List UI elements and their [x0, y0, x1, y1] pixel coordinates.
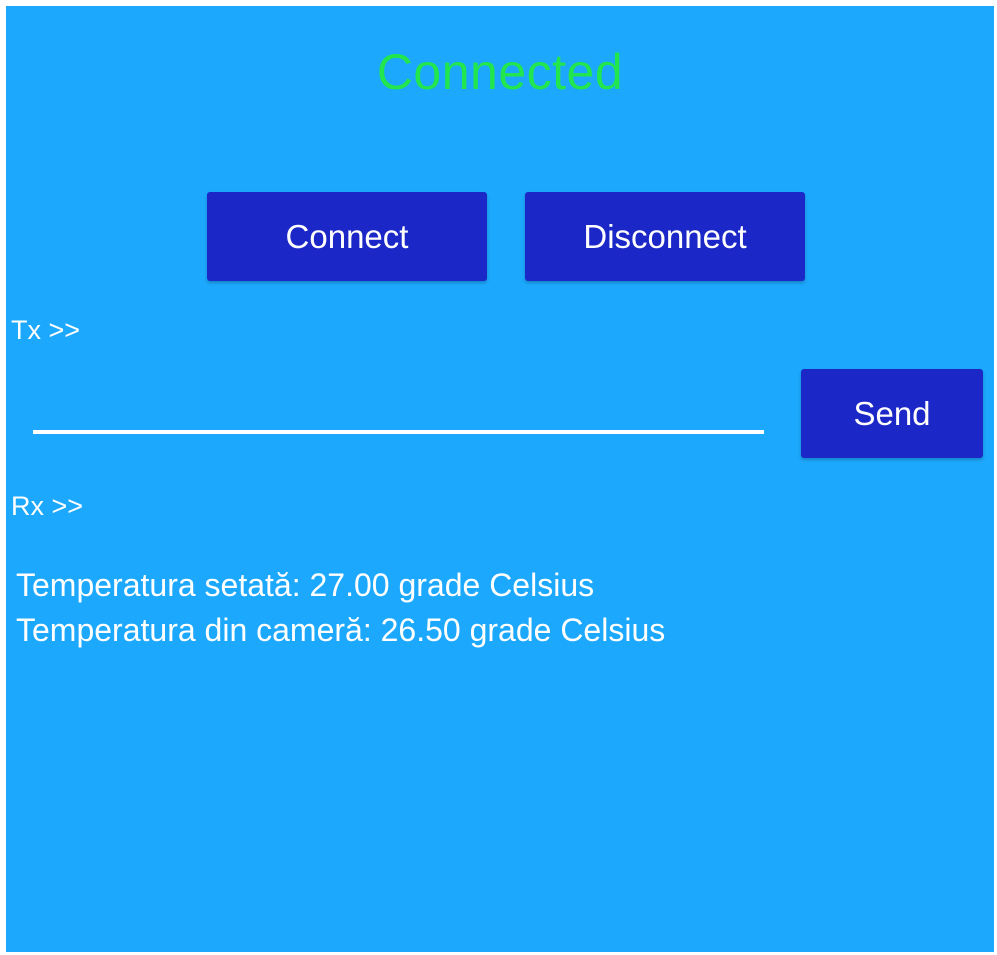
rx-line-set-temperature: Temperatura setată: 27.00 grade Celsius	[16, 567, 595, 603]
rx-output: Temperatura setată: 27.00 grade Celsius …	[16, 563, 665, 653]
send-button[interactable]: Send	[801, 369, 983, 458]
tx-label: Tx >>	[11, 315, 81, 345]
disconnect-button[interactable]: Disconnect	[525, 192, 805, 281]
rx-line-room-temperature: Temperatura din cameră: 26.50 grade Cels…	[16, 612, 666, 648]
connection-status: Connected	[376, 44, 624, 100]
tx-input[interactable]	[33, 388, 764, 434]
rx-label: Rx >>	[11, 491, 84, 521]
app-screen: Connected Connect Disconnect Tx >> Send …	[6, 6, 994, 952]
connect-button[interactable]: Connect	[207, 192, 487, 281]
